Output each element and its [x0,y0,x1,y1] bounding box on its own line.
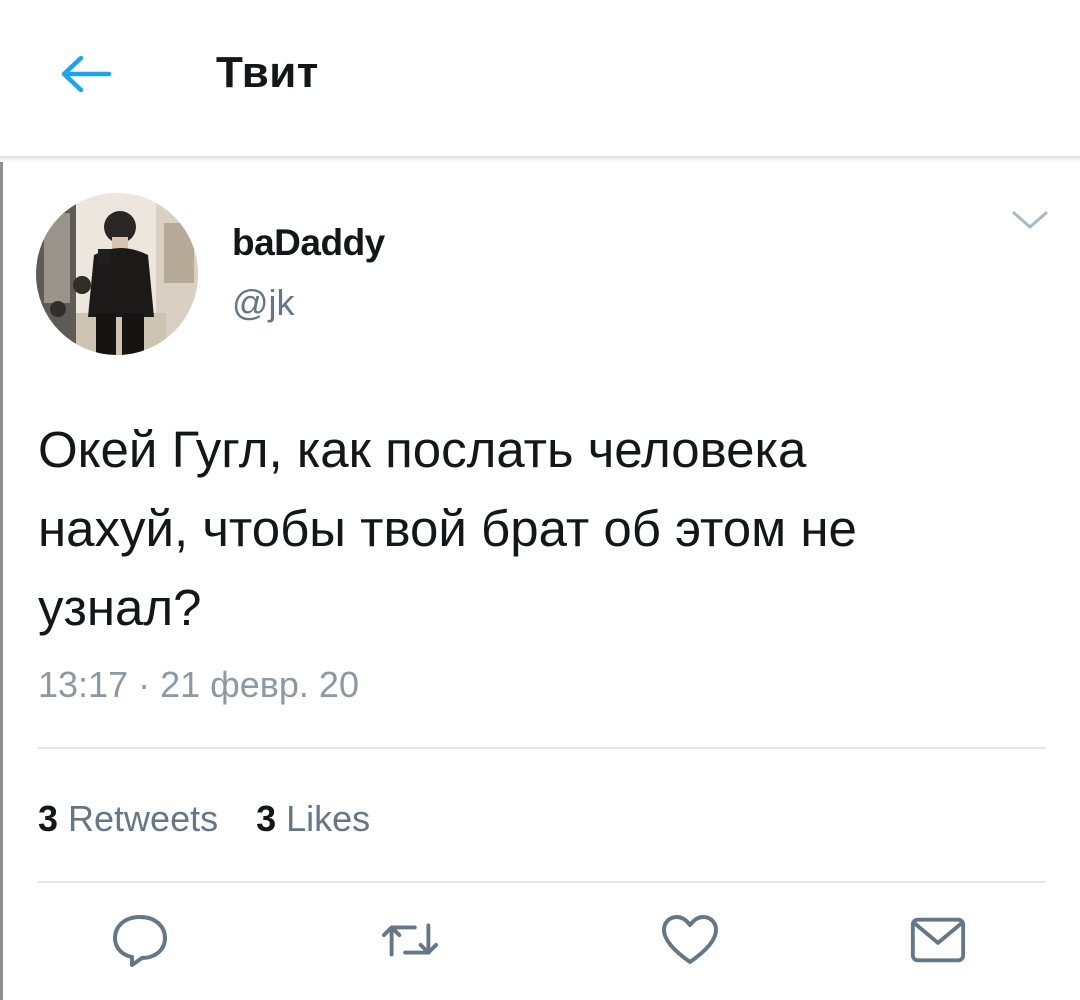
app-bar-shadow [0,156,1080,162]
page-title: Твит [216,48,319,97]
author-display-name[interactable]: baDaddy [232,222,385,264]
divider [38,881,1046,883]
likes-label: Likes [286,798,371,839]
chevron-down-icon [1012,211,1048,229]
tweet-stats: 3 Retweets 3 Likes [38,798,408,840]
tweet-text-line: узнал? [38,579,202,636]
divider [38,747,1046,749]
back-button[interactable] [58,50,114,98]
share-button[interactable] [908,910,968,970]
app-bar: Твит [0,0,1080,157]
tweet-text: Окей Гугл, как послать человека нахуй, ч… [38,410,1078,647]
more-options-button[interactable] [1008,203,1052,237]
reply-icon [113,915,167,967]
retweets-stat[interactable]: 3 Retweets [38,798,218,840]
share-icon [910,917,966,963]
like-button[interactable] [660,910,720,970]
tweet-timestamp[interactable]: 13:17 · 21 февр. 20 [38,664,359,706]
likes-stat[interactable]: 3 Likes [256,798,370,840]
arrow-left-icon [61,55,112,93]
retweets-label: Retweets [68,798,219,839]
author-handle[interactable]: @jk [232,282,295,324]
avatar[interactable] [36,193,198,355]
retweet-icon [381,923,439,957]
like-icon [662,915,718,964]
reply-button[interactable] [110,910,170,970]
tweet-text-line: Окей Гугл, как послать человека [38,421,807,478]
avatar-image [36,193,198,355]
retweet-button[interactable] [380,910,440,970]
likes-count: 3 [256,798,277,839]
tweet-text-line: нахуй, чтобы твой брат об этом не [38,500,857,557]
retweets-count: 3 [38,798,59,839]
